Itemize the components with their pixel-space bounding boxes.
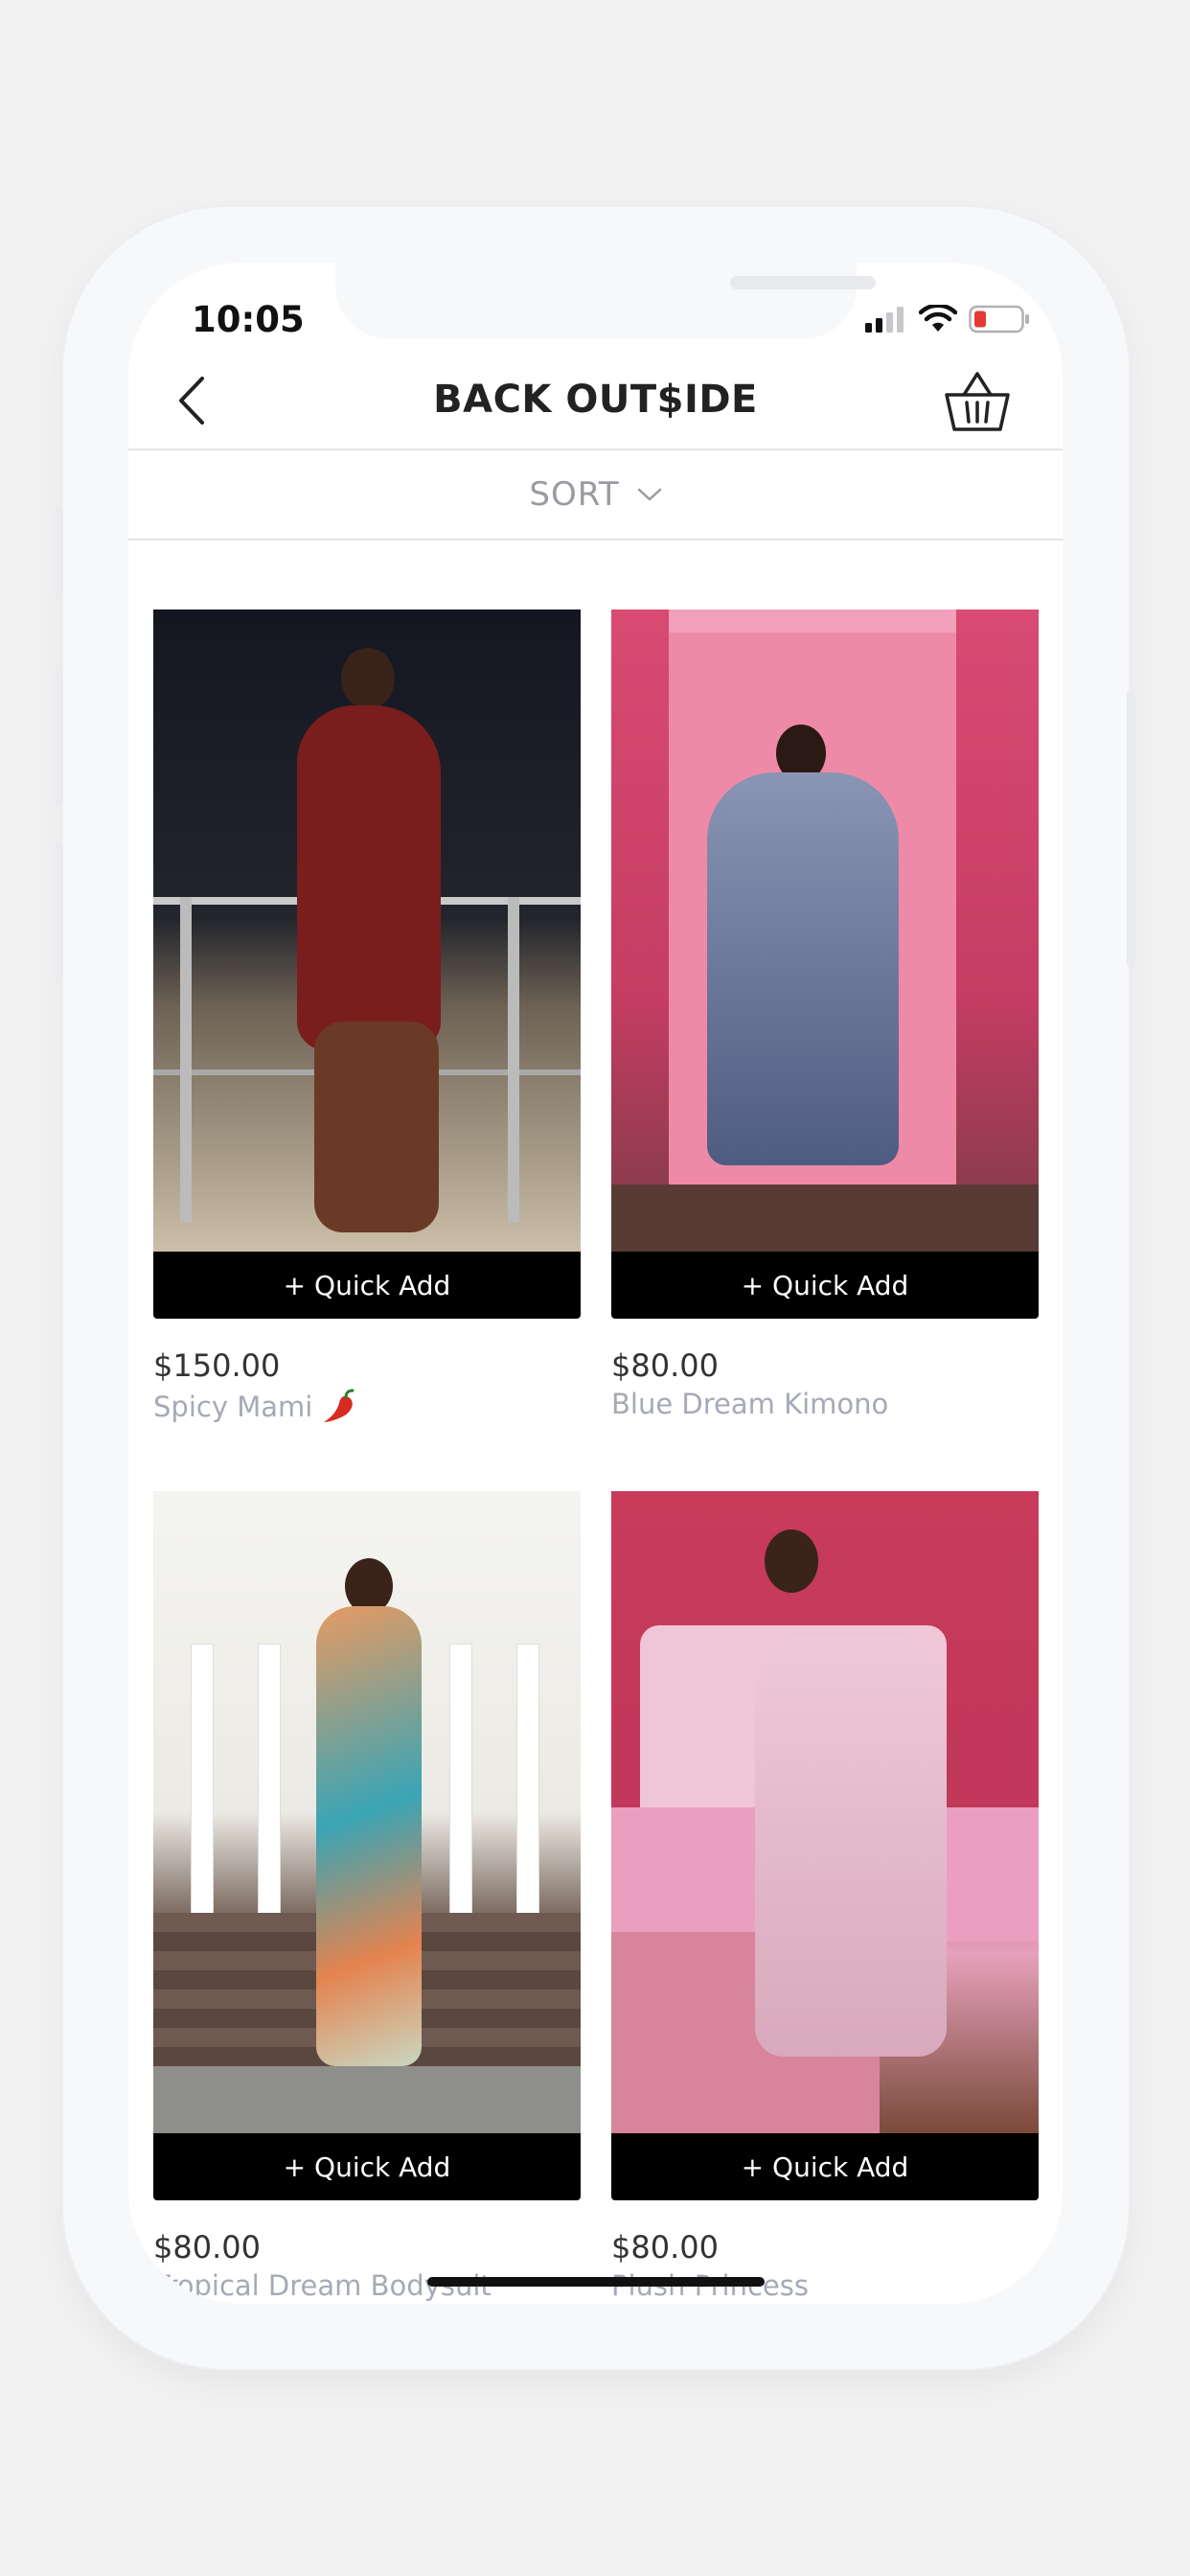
- product-image[interactable]: [153, 610, 581, 1252]
- status-time: 10:05: [192, 299, 305, 340]
- navigation-bar: BACK OUT$IDE: [128, 353, 1063, 450]
- cellular-signal-icon: [865, 307, 904, 333]
- app-screen: 10:05 BACK OUT$IDE SORT + Quick Add $150…: [128, 263, 1063, 2304]
- product-name: Blue Dream Kimono: [611, 1388, 889, 1420]
- product-price: $80.00: [611, 1347, 719, 1384]
- image-post: [508, 897, 519, 1223]
- image-ground: [153, 2066, 581, 2133]
- image-floor: [611, 1184, 1039, 1252]
- product-image[interactable]: [611, 610, 1039, 1252]
- speaker-grille: [730, 276, 876, 289]
- image-column: [259, 1644, 280, 1913]
- home-indicator[interactable]: [427, 2277, 765, 2287]
- image-post: [180, 897, 192, 1223]
- status-icons: [863, 305, 1030, 334]
- phone-silent-switch: [56, 508, 63, 594]
- product-card[interactable]: + Quick Add $150.00 Spicy Mami: [153, 610, 581, 1426]
- image-curtain: [669, 610, 956, 632]
- phone-power-button: [1127, 690, 1134, 968]
- phone-volume-down: [56, 843, 63, 978]
- image-legs: [314, 1022, 439, 1232]
- page-title: BACK OUT$IDE: [433, 378, 758, 422]
- product-name: Spicy Mami: [153, 1391, 313, 1423]
- phone-volume-up: [56, 671, 63, 805]
- sort-label: SORT: [529, 475, 620, 514]
- image-head: [765, 1530, 818, 1593]
- chili-pepper-icon: [324, 1389, 355, 1422]
- quick-add-button[interactable]: + Quick Add: [153, 2133, 581, 2200]
- image-robe: [707, 772, 899, 1165]
- image-column: [450, 1644, 471, 1913]
- image-dress: [297, 705, 441, 1050]
- image-head: [341, 648, 395, 709]
- device-notch: [335, 263, 876, 339]
- product-price: $80.00: [611, 2229, 719, 2266]
- product-image[interactable]: [153, 1491, 581, 2133]
- product-name-row[interactable]: Spicy Mami: [153, 1388, 581, 1426]
- product-card[interactable]: + Quick Add $80.00 Blue Dream Kimono: [611, 610, 1039, 1420]
- product-price: $150.00: [153, 1347, 281, 1384]
- wifi-icon: [919, 305, 957, 332]
- quick-add-button[interactable]: + Quick Add: [611, 2133, 1039, 2200]
- product-card[interactable]: + Quick Add $80.00 Tropical Dream Bodysu…: [153, 1491, 581, 2302]
- cart-button[interactable]: [942, 366, 1013, 437]
- quick-add-button[interactable]: + Quick Add: [153, 1252, 581, 1319]
- product-price: $80.00: [153, 2229, 261, 2266]
- product-name-row[interactable]: Blue Dream Kimono: [611, 1388, 1039, 1420]
- basket-icon: [945, 372, 1010, 431]
- chevron-down-icon: [637, 488, 661, 501]
- sort-dropdown[interactable]: SORT: [128, 450, 1063, 540]
- image-bodysuit: [316, 1606, 422, 2066]
- image-column: [517, 1644, 538, 1913]
- quick-add-button[interactable]: + Quick Add: [611, 1252, 1039, 1319]
- product-card[interactable]: + Quick Add $80.00 Plush Princess: [611, 1491, 1039, 2302]
- image-column: [192, 1644, 213, 1913]
- product-image[interactable]: [611, 1491, 1039, 2133]
- image-outfit: [755, 1635, 947, 2057]
- battery-low-icon: [969, 305, 1029, 334]
